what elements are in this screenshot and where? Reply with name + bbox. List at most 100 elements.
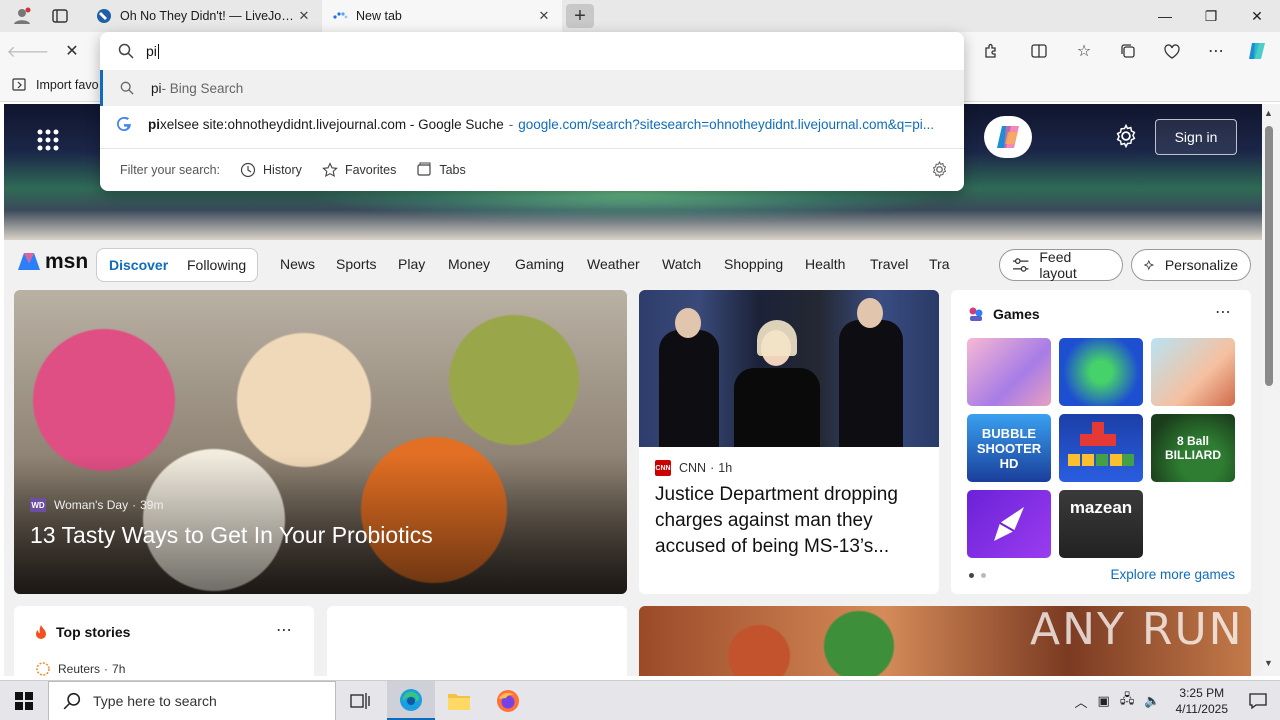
scrollbar-thumb[interactable]	[1265, 126, 1273, 386]
loading-card	[327, 606, 627, 676]
new-tab-button[interactable]: +	[566, 4, 594, 28]
copilot-button[interactable]	[984, 116, 1032, 158]
explore-more-games-link[interactable]: Explore more games	[1110, 567, 1235, 582]
search-icon	[63, 692, 81, 710]
game-tile-blocks[interactable]	[1059, 414, 1143, 482]
app-launcher-icon[interactable]	[34, 126, 62, 154]
sliders-icon	[1012, 258, 1029, 272]
game-tile-mazean[interactable]: mazean	[1059, 490, 1143, 558]
copilot-icon[interactable]	[1243, 38, 1271, 64]
nav-gaming[interactable]: Gaming	[515, 256, 564, 272]
games-card: Games ⋯ BUBBLE SHOOTER HD 8 Ball BILLIAR…	[951, 290, 1251, 594]
minimize-button[interactable]: —	[1142, 0, 1188, 32]
network-adapter-icon[interactable]: ▣	[1098, 693, 1110, 709]
tabs-icon	[417, 162, 431, 176]
more-options-icon[interactable]: ⋯	[276, 620, 292, 640]
nav-shopping[interactable]: Shopping	[724, 256, 783, 272]
address-bar-dropdown: pi pi - Bing Search pi xelsee site:ohnoth…	[100, 32, 964, 191]
filter-favorites[interactable]: Favorites	[322, 162, 396, 178]
news-story-card[interactable]: CNN CNN · 1h Justice Department dropping c…	[639, 290, 939, 594]
close-tab-icon[interactable]: ✕	[296, 8, 312, 24]
title-bar: Oh No They Didn't! — LiveJournal ✕ New t…	[0, 0, 1280, 32]
network-icon[interactable]: 🖧	[1120, 690, 1135, 712]
collections-icon[interactable]	[1114, 38, 1142, 64]
taskbar-firefox[interactable]	[484, 681, 532, 720]
close-tab-icon[interactable]: ✕	[536, 8, 552, 24]
chevron-up-icon[interactable]: ︿	[1075, 692, 1088, 711]
tab-new-tab[interactable]: New tab ✕	[322, 0, 562, 32]
stop-button[interactable]: ✕	[58, 38, 86, 64]
nav-travel[interactable]: Travel	[870, 256, 908, 272]
nav-truncated[interactable]: Tra	[929, 256, 951, 272]
profile-icon[interactable]	[8, 4, 36, 28]
game-tile-billiard[interactable]: 8 Ball BILLIARD	[1151, 414, 1235, 482]
extensions-icon[interactable]	[977, 38, 1005, 64]
msn-logo[interactable]: msn	[16, 250, 88, 274]
more-menu-icon[interactable]: ⋯	[1202, 38, 1230, 64]
main-story-card[interactable]: WD Woman's Day · 39m 13 Tasty Ways to Get …	[14, 290, 627, 594]
address-input[interactable]: pi	[100, 32, 964, 70]
clock[interactable]: 3:25 PM 4/11/2025	[1176, 685, 1229, 717]
restore-button[interactable]: ❐	[1188, 0, 1234, 32]
personalize-button[interactable]: Personalize	[1131, 249, 1251, 281]
msn-nav-bar: msn Discover Following News Sports Play …	[4, 240, 1262, 290]
notifications-button[interactable]	[1236, 681, 1280, 720]
feed-layout-button[interactable]: Feed layout	[999, 249, 1123, 281]
start-button[interactable]	[0, 681, 48, 720]
volume-icon[interactable]: 🔈	[1144, 693, 1160, 709]
top-stories-card: Top stories ⋯ Reuters · 7h	[14, 606, 314, 676]
suggestion-bing[interactable]: pi - Bing Search	[100, 70, 964, 106]
close-window-button[interactable]: ✕	[1234, 0, 1280, 32]
scroll-down-icon[interactable]: ▼	[1264, 658, 1273, 668]
tab-actions-icon[interactable]	[46, 4, 74, 28]
gear-icon[interactable]	[931, 160, 948, 181]
more-options-icon[interactable]: ⋯	[1215, 302, 1231, 322]
page-scrollbar[interactable]: ▲ ▼	[1262, 104, 1280, 676]
favorites-star-icon[interactable]: ☆	[1070, 38, 1098, 64]
game-tile-rocket[interactable]	[967, 490, 1051, 558]
taskbar-search-input[interactable]: Type here to search	[48, 681, 336, 720]
split-screen-icon[interactable]	[1025, 38, 1053, 64]
import-favorites-link[interactable]: Import favo	[12, 78, 99, 92]
game-tile-doctor[interactable]	[1151, 338, 1235, 406]
story-source: CNN CNN · 1h	[655, 460, 733, 476]
back-button[interactable]: 🡐	[7, 38, 50, 64]
story-headline[interactable]: 13 Tasty Ways to Get In Your Probiotics	[30, 522, 433, 549]
sparkle-icon	[1144, 259, 1155, 271]
notification-icon	[1249, 693, 1267, 710]
task-view-icon	[350, 693, 370, 709]
tab-discover[interactable]: Discover	[109, 257, 168, 273]
tab-livejournal[interactable]: Oh No They Didn't! — LiveJournal ✕	[86, 0, 322, 32]
story-headline[interactable]: Justice Department dropping charges agai…	[655, 482, 929, 560]
nav-play[interactable]: Play	[398, 256, 425, 272]
nav-money[interactable]: Money	[448, 256, 490, 272]
nav-sports[interactable]: Sports	[336, 256, 376, 272]
suggestion-google[interactable]: pi xelsee site:ohnotheydidnt.livejournal.…	[100, 106, 964, 142]
firefox-icon	[497, 690, 519, 712]
scroll-up-icon[interactable]: ▲	[1264, 108, 1273, 118]
filter-tabs[interactable]: Tabs	[416, 162, 466, 178]
filter-history[interactable]: History	[240, 162, 302, 178]
task-view-button[interactable]	[336, 681, 384, 720]
cnn-logo: CNN	[655, 460, 671, 476]
copilot-icon	[997, 126, 1019, 148]
search-filter-row: Filter your search: History Favorites Ta…	[100, 148, 964, 191]
game-tile-gems[interactable]	[1059, 338, 1143, 406]
game-tile-makeup[interactable]	[967, 338, 1051, 406]
nav-health[interactable]: Health	[805, 256, 845, 272]
nav-watch[interactable]: Watch	[662, 256, 701, 272]
game-tile-bubble-shooter[interactable]: BUBBLE SHOOTER HD	[967, 414, 1051, 482]
nav-weather[interactable]: Weather	[587, 256, 640, 272]
suggestion-bold: pi	[151, 80, 162, 96]
story-source: Reuters · 7h	[36, 662, 125, 676]
tab-following[interactable]: Following	[187, 257, 246, 273]
livejournal-icon	[97, 9, 111, 23]
taskbar-file-explorer[interactable]	[435, 681, 483, 720]
nav-news[interactable]: News	[280, 256, 315, 272]
settings-icon[interactable]	[1114, 123, 1140, 150]
browser-essentials-icon[interactable]	[1158, 38, 1186, 64]
taskbar-edge[interactable]	[387, 681, 435, 720]
source-logo: WD	[30, 498, 46, 512]
sign-in-button[interactable]: Sign in	[1155, 119, 1237, 155]
anyrun-watermark: ANY RUN	[1030, 604, 1244, 655]
